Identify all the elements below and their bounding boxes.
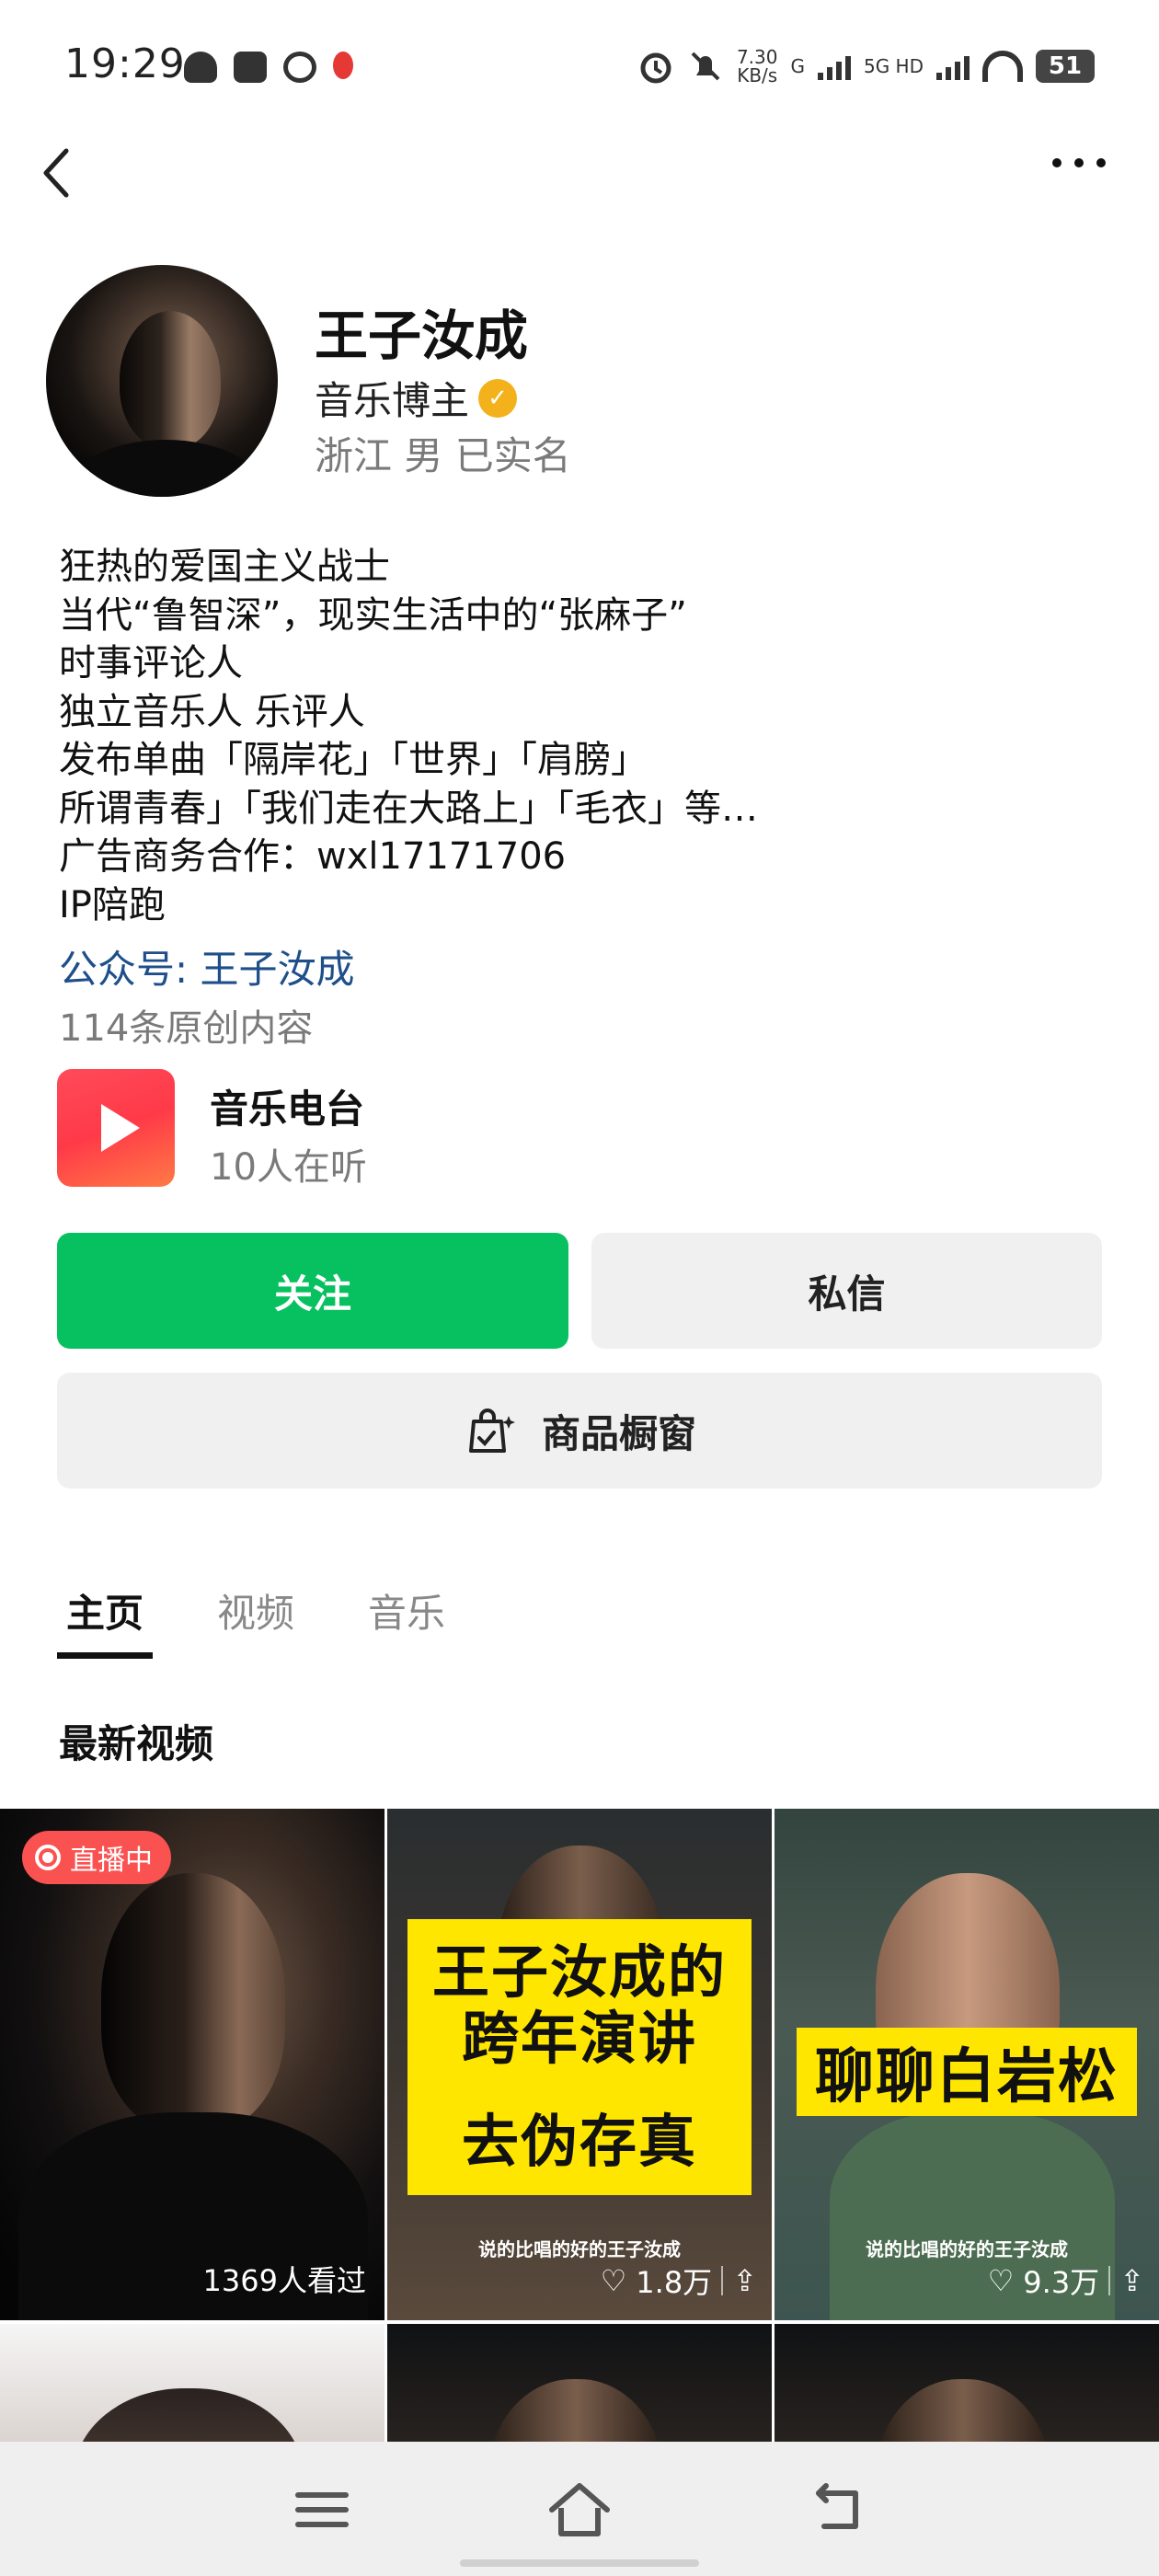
signal-bars-icon (817, 52, 851, 80)
video-stats: ♡ 9.3万 ⇪ (988, 2260, 1144, 2302)
signal-bars-icon (936, 52, 970, 80)
video-thumbnail-live[interactable]: 直播中 1369人看过 (0, 1809, 384, 2320)
nav-back-button[interactable] (800, 2473, 874, 2547)
message-button[interactable]: 私信 (591, 1233, 1102, 1349)
radio-listeners: 10人在听 (210, 1146, 367, 1189)
shop-window-label: 商品橱窗 (541, 1410, 696, 1456)
shopping-bag-icon (468, 1409, 515, 1453)
cloud-icon (184, 52, 217, 83)
profile-bio: 狂热的爱国主义战士 当代“鲁智深”，现实生活中的“张麻子” 时事评论人 独立音乐… (59, 543, 758, 929)
viewer-count: 1369人看过 (202, 2263, 366, 2298)
thumbnail-title-card: 王子汝成的 跨年演讲 去伪存真 (407, 1919, 752, 2195)
wifi-icon (982, 51, 1023, 82)
live-icon (35, 1845, 61, 1870)
bio-line: 狂热的爱国主义战士 (59, 546, 390, 588)
home-indicator (460, 2559, 699, 2567)
shop-window-button[interactable]: 商品橱窗 (57, 1373, 1102, 1489)
profile-tabs: 主页 视频 音乐 (57, 1582, 454, 1659)
home-button[interactable] (543, 2473, 616, 2547)
play-icon (101, 1104, 140, 1152)
mute-bell-icon (691, 52, 720, 81)
status-time: 19:29 (64, 40, 186, 87)
bio-line: 时事评论人 (59, 642, 243, 684)
net-speed: 7.30 KB/s (736, 46, 778, 86)
alarm-icon (640, 52, 671, 84)
sim1-label: G (790, 55, 805, 77)
tab-home[interactable]: 主页 (57, 1582, 154, 1659)
status-bar: 19:29 7.30 KB/s G 5G HD 51 (0, 0, 1159, 138)
live-label: 直播中 (70, 1845, 153, 1877)
bio-line: 所谓青春」「我们走在大路上」「毛衣」等… (59, 787, 758, 830)
dot-icon (1096, 158, 1106, 167)
system-nav-bar (0, 2442, 1159, 2576)
avatar[interactable] (46, 265, 278, 497)
like-count: 1.8万 (636, 2265, 713, 2300)
section-title: 最新视频 (59, 1721, 214, 1766)
video-stats: ♡ 1.8万 ⇪ (601, 2260, 757, 2302)
notification-icons (184, 52, 353, 83)
more-options-button[interactable] (1052, 158, 1106, 167)
profile-meta: 浙江 男 已实名 (315, 433, 571, 478)
status-right: 7.30 KB/s G 5G HD 51 (637, 48, 1095, 85)
share-icon[interactable]: ⇪ (1119, 2263, 1144, 2298)
tab-music[interactable]: 音乐 (359, 1582, 454, 1639)
menu-button[interactable] (285, 2473, 359, 2547)
radio-title[interactable]: 音乐电台 (210, 1078, 364, 1134)
home-icon (549, 2483, 610, 2536)
message-icon (234, 52, 267, 83)
bio-line: 独立音乐人 乐评人 (59, 690, 365, 733)
verified-icon: ✓ (478, 378, 518, 418)
role-label: 音乐博主 (315, 378, 470, 423)
official-account-link[interactable]: 公众号: 王子汝成 (59, 938, 355, 995)
follow-button[interactable]: 关注 (57, 1233, 568, 1349)
like-count: 9.3万 (1023, 2265, 1100, 2300)
share-icon[interactable]: ⇪ (732, 2263, 757, 2298)
profile-role: 音乐博主 ✓ (315, 370, 518, 426)
thumbnail-caption: 说的比唱的好的王子汝成 (866, 2238, 1068, 2260)
original-content-count[interactable]: 114条原创内容 (59, 998, 313, 1052)
bio-line: 广告商务合作：wxl17171706 (59, 835, 567, 878)
battery-icon: 51 (1036, 50, 1095, 83)
tab-videos[interactable]: 视频 (208, 1582, 304, 1639)
heart-icon: ♡ (987, 2263, 1015, 2298)
live-badge: 直播中 (22, 1831, 171, 1884)
return-icon (816, 2483, 858, 2529)
thumbnail-headline: 聊聊白岩松 (797, 2028, 1137, 2116)
music-radio-icon[interactable] (57, 1069, 175, 1187)
thumbnail-caption: 说的比唱的好的王子汝成 (478, 2238, 681, 2260)
hand-icon (283, 52, 316, 83)
dot-icon (1074, 158, 1084, 167)
bio-line: 发布单曲「隔岸花」「世界」「肩膀」 (59, 739, 648, 781)
menu-icon (295, 2492, 349, 2527)
bio-line: IP陪跑 (59, 883, 166, 926)
back-arrow-icon (43, 148, 69, 198)
sim2-label: 5G HD (863, 55, 924, 77)
heart-icon: ♡ (600, 2263, 627, 2298)
dot-icon (1052, 158, 1061, 167)
location-pin-icon (333, 52, 353, 79)
back-button[interactable] (35, 138, 81, 208)
video-thumbnail[interactable]: 聊聊白岩松 说的比唱的好的王子汝成 ♡ 9.3万 ⇪ (775, 1809, 1159, 2320)
bio-line: 当代“鲁智深”，现实生活中的“张麻子” (59, 593, 687, 637)
video-thumbnail[interactable]: 王子汝成的 跨年演讲 去伪存真 说的比唱的好的王子汝成 ♡ 1.8万 ⇪ (387, 1809, 772, 2320)
profile-name: 王子汝成 (315, 305, 529, 367)
